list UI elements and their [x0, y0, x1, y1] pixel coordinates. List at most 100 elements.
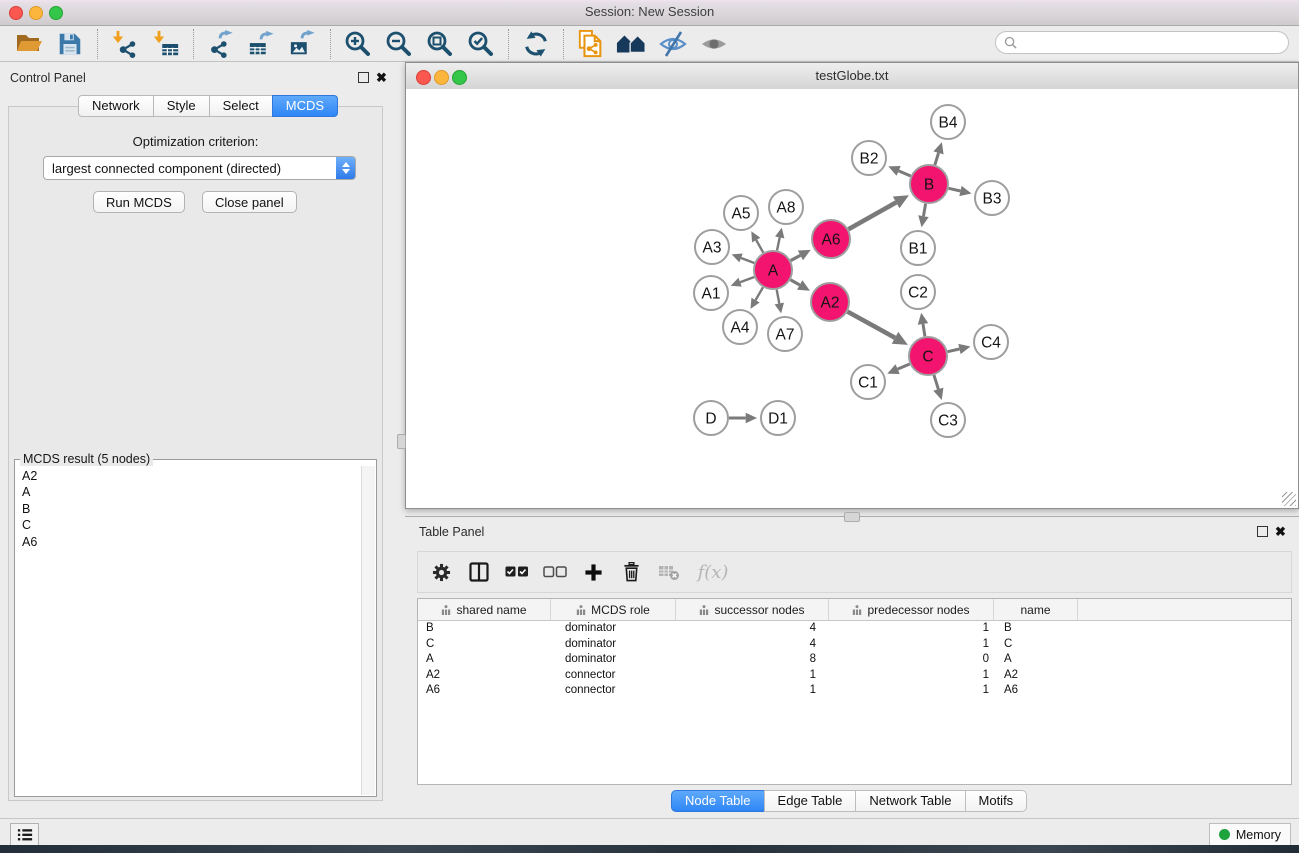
export-table-button[interactable]: [245, 28, 279, 60]
tab-mcds[interactable]: MCDS: [272, 95, 338, 117]
hide-selected-button[interactable]: [656, 28, 690, 60]
edge-C-C1[interactable]: [898, 364, 910, 369]
export-image-button[interactable]: [286, 28, 320, 60]
add-column-button[interactable]: [580, 559, 606, 585]
edge-A-A7[interactable]: [777, 290, 780, 304]
edge-C-C4[interactable]: [948, 349, 960, 352]
result-item[interactable]: B: [22, 501, 355, 517]
run-mcds-button[interactable]: Run MCDS: [93, 191, 185, 213]
export-table-icon: [248, 30, 276, 58]
table-cell: A: [994, 652, 1078, 668]
optimization-criterion-select[interactable]: largest connected component (directed): [43, 156, 356, 180]
result-item[interactable]: A: [22, 484, 355, 500]
tab-node-table[interactable]: Node Table: [671, 790, 765, 812]
export-network-button[interactable]: [204, 28, 238, 60]
close-panel-icon[interactable]: ✖: [376, 73, 387, 82]
column-header-name[interactable]: name: [994, 599, 1078, 620]
column-header-MCDS-role[interactable]: MCDS role: [551, 599, 676, 620]
control-panel-window-buttons: ✖: [358, 72, 387, 83]
result-item[interactable]: C: [22, 517, 355, 533]
table-row[interactable]: Bdominator41B: [418, 621, 1291, 637]
save-session-button[interactable]: [53, 28, 87, 60]
import-network-button[interactable]: [108, 28, 142, 60]
show-all-button[interactable]: [697, 28, 731, 60]
select-all-button[interactable]: [504, 559, 530, 585]
zoom-out-button[interactable]: [382, 28, 416, 60]
edge-A-A5[interactable]: [756, 240, 763, 252]
tab-network[interactable]: Network: [78, 95, 154, 117]
float-panel-icon[interactable]: [1257, 526, 1268, 537]
edge-A-A4[interactable]: [756, 287, 763, 300]
edge-B-B2[interactable]: [899, 171, 911, 176]
edge-A-A3[interactable]: [741, 258, 754, 263]
result-scrollbar[interactable]: [361, 466, 375, 795]
vertical-splitter-handle[interactable]: [397, 434, 406, 449]
edge-arrowhead-icon: [918, 215, 928, 227]
open-session-button[interactable]: [12, 28, 46, 60]
edge-C-C2[interactable]: [923, 324, 925, 336]
table-row[interactable]: A6connector11A6: [418, 683, 1291, 699]
network-window-titlebar[interactable]: testGlobe.txt: [406, 63, 1298, 90]
open-folder-icon: [14, 29, 44, 59]
table-cell: A6: [994, 683, 1078, 699]
control-panel-title: Control Panel: [10, 71, 86, 85]
column-header-predecessor-nodes[interactable]: predecessor nodes: [829, 599, 994, 620]
tab-network-table[interactable]: Network Table: [855, 790, 965, 812]
edge-B-B3[interactable]: [949, 188, 961, 191]
delete-table-button[interactable]: [656, 559, 682, 585]
import-table-button[interactable]: [149, 28, 183, 60]
node-label: A1: [702, 286, 721, 303]
tab-select[interactable]: Select: [209, 95, 273, 117]
result-item[interactable]: A2: [22, 468, 355, 484]
network-graph[interactable]: B4B2BB3A5A8A6B1A3AA1C2A4A7A2C4CC1C3DD1: [406, 89, 1298, 508]
application-window: Session: New Session: [0, 0, 1299, 853]
edge-A2-C[interactable]: [848, 312, 895, 338]
memory-button[interactable]: Memory: [1209, 823, 1291, 846]
edge-A-A2[interactable]: [790, 280, 799, 285]
table-cell: 4: [676, 621, 829, 637]
float-panel-icon[interactable]: [358, 72, 369, 83]
tab-style[interactable]: Style: [153, 95, 210, 117]
function-builder-button[interactable]: f(x): [694, 559, 732, 585]
zoom-fit-button[interactable]: [423, 28, 457, 60]
show-column-panel-button[interactable]: [466, 559, 492, 585]
node-label: B2: [860, 151, 879, 168]
close-panel-icon[interactable]: ✖: [1275, 527, 1286, 536]
horizontal-splitter-handle[interactable]: [844, 512, 860, 522]
table-row[interactable]: Adominator80A: [418, 652, 1291, 668]
edge-B-B4[interactable]: [935, 153, 939, 165]
node-label: C4: [981, 335, 1001, 352]
tab-motifs[interactable]: Motifs: [965, 790, 1028, 812]
zoom-in-button[interactable]: [341, 28, 375, 60]
new-network-from-selection-button[interactable]: [574, 28, 608, 60]
close-panel-button[interactable]: Close panel: [202, 191, 297, 213]
resize-grip-icon[interactable]: [1282, 492, 1296, 506]
zoom-selected-button[interactable]: [464, 28, 498, 60]
search-field[interactable]: [995, 31, 1289, 54]
column-header-shared-name[interactable]: shared name: [418, 599, 551, 620]
first-neighbors-button[interactable]: [615, 28, 649, 60]
deselect-all-button[interactable]: [542, 559, 568, 585]
refresh-layout-button[interactable]: [519, 28, 553, 60]
result-item[interactable]: A6: [22, 534, 355, 550]
search-input[interactable]: [1022, 34, 1280, 51]
edge-A-A6[interactable]: [791, 255, 801, 260]
table-cell: dominator: [551, 637, 676, 653]
edge-A-A1[interactable]: [740, 277, 754, 282]
table-settings-button[interactable]: [428, 559, 454, 585]
delete-column-button[interactable]: [618, 559, 644, 585]
edge-A-A8[interactable]: [777, 237, 780, 250]
network-canvas[interactable]: B4B2BB3A5A8A6B1A3AA1C2A4A7A2C4CC1C3DD1: [406, 89, 1298, 508]
table-cell: dominator: [551, 621, 676, 637]
task-history-button[interactable]: [10, 823, 39, 846]
export-image-icon: [289, 30, 317, 58]
column-header-successor-nodes[interactable]: successor nodes: [676, 599, 829, 620]
table-row[interactable]: A2connector11A2: [418, 668, 1291, 684]
table-row[interactable]: Cdominator41C: [418, 637, 1291, 653]
table-cell: 1: [829, 668, 994, 684]
edge-A6-B[interactable]: [848, 202, 896, 229]
edge-B-B1[interactable]: [923, 204, 925, 216]
edge-C-C3[interactable]: [934, 375, 938, 389]
tab-edge-table[interactable]: Edge Table: [764, 790, 857, 812]
table-cell: A6: [418, 683, 551, 699]
